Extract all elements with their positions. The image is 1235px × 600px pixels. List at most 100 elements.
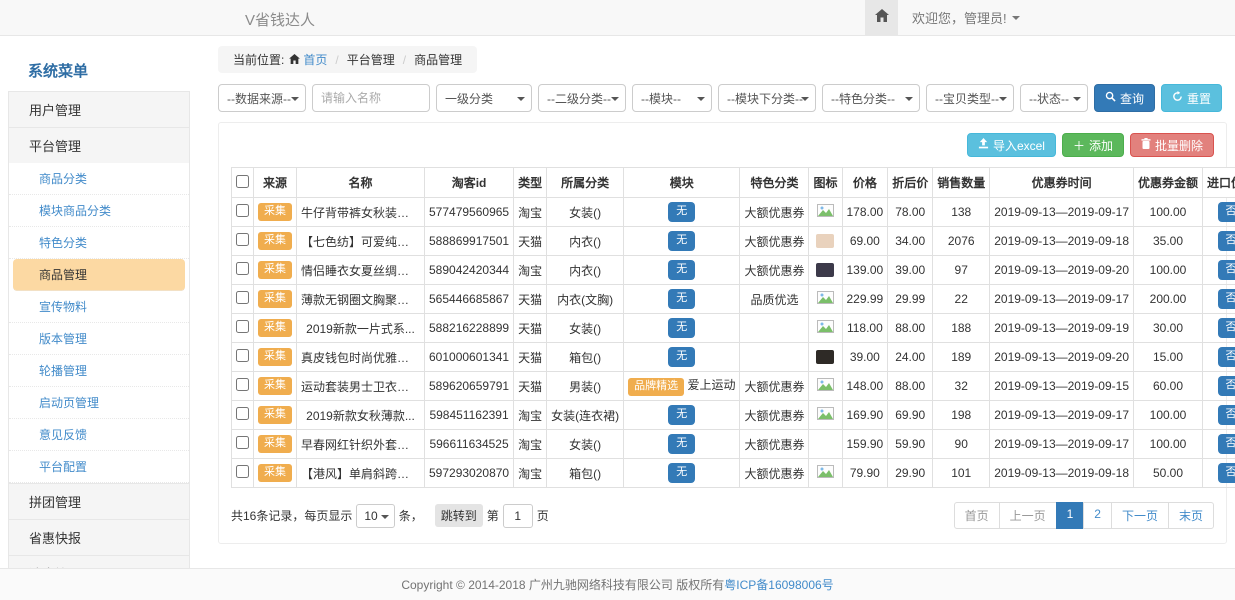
- price-cell: 178.00: [842, 198, 888, 227]
- import-select-cell: 否: [1203, 314, 1235, 343]
- import-select-toggle[interactable]: 否: [1218, 202, 1235, 221]
- add-button[interactable]: ＋ 添加: [1062, 133, 1124, 157]
- sidebar-item-feedback[interactable]: 意见反馈: [9, 419, 189, 451]
- level1-category-select[interactable]: 一级分类: [436, 84, 532, 112]
- row-checkbox[interactable]: [236, 436, 249, 449]
- module-select[interactable]: --模块--: [632, 84, 712, 112]
- discount-price-cell: 59.90: [888, 430, 933, 459]
- row-checkbox-cell: [232, 198, 254, 227]
- reset-button[interactable]: 重置: [1161, 84, 1222, 112]
- sidebar-item-module-goods-category[interactable]: 模块商品分类: [9, 195, 189, 227]
- icp-link[interactable]: 粤ICP备16098006号: [724, 576, 833, 593]
- row-checkbox[interactable]: [236, 465, 249, 478]
- sidebar-item-group-buy-mgmt[interactable]: 拼团管理: [8, 483, 190, 519]
- feature-category-cell: 大额优惠券: [740, 227, 809, 256]
- pager-1[interactable]: 1: [1056, 502, 1085, 529]
- home-button[interactable]: [865, 0, 898, 35]
- sidebar-item-message-mgmt[interactable]: 消息管理: [8, 555, 190, 568]
- user-menu[interactable]: 欢迎您，管理员!: [898, 0, 1034, 35]
- pager-prev[interactable]: 上一页: [999, 502, 1057, 529]
- module-badge: 品牌精选: [628, 378, 684, 395]
- name-input[interactable]: [312, 84, 430, 112]
- import-select-toggle[interactable]: 否: [1218, 434, 1235, 453]
- jump-page-input[interactable]: [503, 504, 533, 528]
- row-checkbox[interactable]: [236, 378, 249, 391]
- sidebar-item-platform-mgmt[interactable]: 平台管理: [8, 127, 190, 163]
- filter-bar: --数据来源-- 一级分类--二级分类----模块----模块下分类----特色分…: [218, 84, 1227, 112]
- import-select-toggle[interactable]: 否: [1218, 318, 1235, 337]
- taoke-id-cell: 598451162391: [425, 401, 514, 430]
- row-checkbox[interactable]: [236, 262, 249, 275]
- sidebar-item-platform-config[interactable]: 平台配置: [9, 451, 189, 483]
- feature-category-select[interactable]: --特色分类--: [822, 84, 920, 112]
- import-excel-button[interactable]: 导入excel: [967, 133, 1056, 157]
- sidebar-item-version-mgmt[interactable]: 版本管理: [9, 323, 189, 355]
- sidebar-item-splash-page-mgmt[interactable]: 启动页管理: [9, 387, 189, 419]
- level2-category-select[interactable]: --二级分类--: [538, 84, 626, 112]
- pager-next[interactable]: 下一页: [1111, 502, 1169, 529]
- status-select[interactable]: --状态--: [1020, 84, 1088, 112]
- pager-last[interactable]: 末页: [1168, 502, 1214, 529]
- sidebar-item-carousel-mgmt[interactable]: 轮播管理: [9, 355, 189, 387]
- import-select-toggle[interactable]: 否: [1218, 463, 1235, 482]
- import-select-toggle[interactable]: 否: [1218, 289, 1235, 308]
- sidebar-item-user-mgmt[interactable]: 用户管理: [8, 91, 190, 127]
- search-button[interactable]: 查询: [1094, 84, 1155, 112]
- sidebar-item-feature-category[interactable]: 特色分类: [9, 227, 189, 259]
- icon-cell: [809, 256, 842, 285]
- import-select-cell: 否: [1203, 198, 1235, 227]
- name-cell: 早春网红针织外套女春...: [297, 430, 425, 459]
- coupon-amount-cell: 100.00: [1134, 401, 1203, 430]
- import-select-toggle[interactable]: 否: [1218, 231, 1235, 250]
- row-checkbox[interactable]: [236, 320, 249, 333]
- pager-buttons: 首页上一页12下一页末页: [954, 502, 1214, 529]
- module-subcategory-select[interactable]: --模块下分类--: [718, 84, 816, 112]
- sidebar-item-promo-material[interactable]: 宣传物料: [9, 291, 189, 323]
- module-cell: 无: [624, 459, 740, 488]
- breadcrumb-item-goods[interactable]: 商品管理: [414, 51, 462, 68]
- import-select-toggle[interactable]: 否: [1218, 260, 1235, 279]
- data-source-select[interactable]: --数据来源--: [218, 84, 306, 112]
- sidebar-item-goods-mgmt[interactable]: 商品管理: [13, 259, 185, 291]
- import-select-cell: 否: [1203, 256, 1235, 285]
- row-checkbox[interactable]: [236, 204, 249, 217]
- import-select-toggle[interactable]: 否: [1218, 376, 1235, 395]
- row-checkbox[interactable]: [236, 291, 249, 304]
- row-checkbox-cell: [232, 227, 254, 256]
- import-select-cell: 否: [1203, 285, 1235, 314]
- batch-delete-button[interactable]: 批量删除: [1130, 133, 1214, 157]
- source-cell: 采集: [254, 285, 297, 314]
- import-select-toggle[interactable]: 否: [1218, 405, 1235, 424]
- module-cell: 无: [624, 256, 740, 285]
- import-select-cell: 否: [1203, 459, 1235, 488]
- sales-count-cell: 138: [933, 198, 990, 227]
- module-cell: 无: [624, 401, 740, 430]
- source-badge: 采集: [258, 348, 292, 365]
- import-select-toggle[interactable]: 否: [1218, 347, 1235, 366]
- source-badge: 采集: [258, 261, 292, 278]
- row-checkbox[interactable]: [236, 407, 249, 420]
- sidebar-item-saving-express[interactable]: 省惠快报: [8, 519, 190, 555]
- sidebar-item-goods-category[interactable]: 商品分类: [9, 163, 189, 195]
- table-row: 采集【七色纺】可爱纯棉家...588869917501天猫内衣()无大额优惠券6…: [232, 227, 1235, 256]
- row-checkbox[interactable]: [236, 349, 249, 362]
- coupon-amount-cell: 50.00: [1134, 459, 1203, 488]
- coupon-time-cell: 2019-09-13—2019-09-17: [990, 430, 1134, 459]
- source-badge: 采集: [258, 290, 292, 307]
- type-cell: 淘宝: [514, 256, 547, 285]
- row-checkbox[interactable]: [236, 233, 249, 246]
- item-type-select[interactable]: --宝贝类型--: [926, 84, 1014, 112]
- pager-2[interactable]: 2: [1083, 502, 1112, 529]
- taoke-id-cell: 601000601341: [425, 343, 514, 372]
- breadcrumb-home-link[interactable]: 首页: [289, 51, 327, 68]
- sales-count-cell: 189: [933, 343, 990, 372]
- breadcrumb-item-platform[interactable]: 平台管理: [347, 51, 395, 68]
- pager-first[interactable]: 首页: [954, 502, 1000, 529]
- type-cell: 天猫: [514, 227, 547, 256]
- module-cell: 无: [624, 343, 740, 372]
- type-cell: 淘宝: [514, 198, 547, 227]
- per-page-select[interactable]: 10: [356, 504, 394, 528]
- table-row: 采集2019新款女秋薄款...598451162391淘宝女装(连衣裙)无大额优…: [232, 401, 1235, 430]
- select-all-checkbox[interactable]: [236, 175, 249, 188]
- row-checkbox-cell: [232, 459, 254, 488]
